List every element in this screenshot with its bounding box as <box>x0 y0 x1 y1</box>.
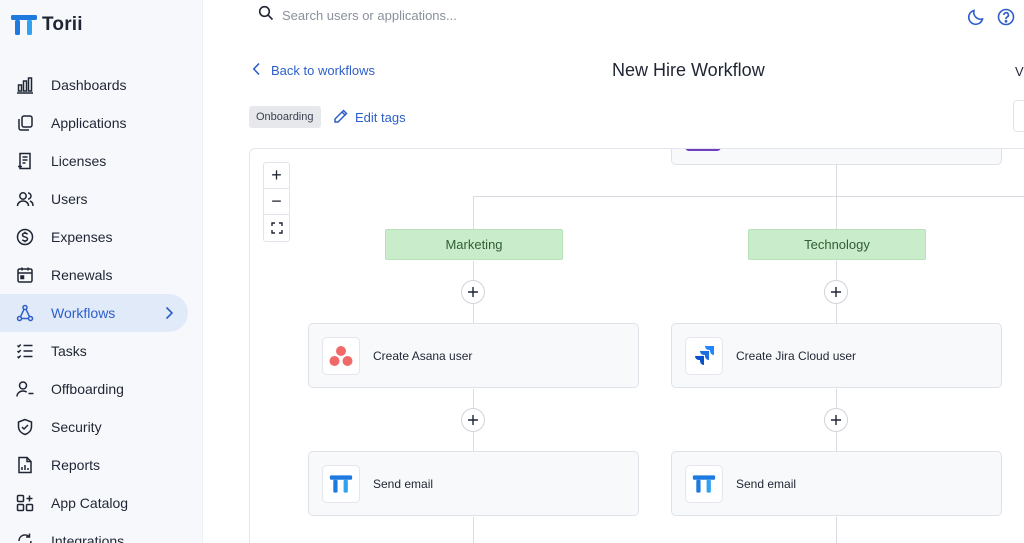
search-bar[interactable] <box>258 5 582 26</box>
sidebar-item-dashboards[interactable]: Dashboards <box>0 66 203 104</box>
back-to-workflows-link[interactable]: Back to workflows <box>252 62 375 79</box>
workflow-node-trigger[interactable] <box>671 149 1002 165</box>
node-label: Create Jira Cloud user <box>736 348 857 363</box>
add-step-button[interactable] <box>461 408 485 432</box>
sidebar-item-applications[interactable]: Applications <box>0 104 203 142</box>
sidebar-item-label: Licenses <box>51 153 107 169</box>
connector-line <box>836 165 837 196</box>
sidebar-item-offboarding[interactable]: Offboarding <box>0 370 203 408</box>
connector-line <box>473 196 474 230</box>
sidebar-item-label: Users <box>51 191 88 207</box>
app-icon-partial <box>685 149 721 151</box>
torii-logo[interactable]: Torii <box>10 14 83 36</box>
node-label: Send email <box>736 476 797 491</box>
sidebar-item-label: Offboarding <box>51 381 124 397</box>
torii-icon <box>322 464 360 503</box>
offboarding-icon <box>15 379 35 399</box>
tasks-icon <box>15 341 35 361</box>
sidebar-item-label: Reports <box>51 457 101 473</box>
reports-icon <box>15 455 35 475</box>
workflow-node-create-asana-user[interactable]: Create Asana user <box>308 323 639 388</box>
workflow-node-create-jira-cloud-user[interactable]: Create Jira Cloud user <box>671 323 1002 388</box>
node-label: Send email <box>373 476 434 491</box>
sidebar-item-licenses[interactable]: Licenses <box>0 142 203 180</box>
asana-icon <box>322 336 360 375</box>
add-step-button[interactable] <box>824 408 848 432</box>
jira-icon <box>685 336 723 375</box>
applications-icon <box>15 113 35 133</box>
sidebar-item-renewals[interactable]: Renewals <box>0 256 203 294</box>
search-icon <box>258 5 274 26</box>
torii-logo-icon <box>11 15 37 35</box>
connector-line <box>473 517 474 543</box>
fit-view-icon <box>270 222 283 234</box>
sidebar-nav: Dashboards Applications Licenses Users E… <box>0 66 203 543</box>
sidebar-item-label: Renewals <box>51 267 113 283</box>
sidebar-item-workflows[interactable]: Workflows <box>0 294 188 332</box>
pencil-icon <box>333 108 349 127</box>
edit-tags-button[interactable]: Edit tags <box>333 108 406 127</box>
plus-icon <box>468 415 478 425</box>
sidebar-item-expenses[interactable]: Expenses <box>0 218 203 256</box>
connector-line <box>836 196 837 230</box>
header-right-button[interactable] <box>1013 100 1024 132</box>
workflow-node-send-email[interactable]: Send email <box>671 451 1002 516</box>
sidebar-item-label: Tasks <box>51 343 87 359</box>
sidebar-item-label: Expenses <box>51 229 113 245</box>
back-label: Back to workflows <box>271 63 376 78</box>
zoom-in-button[interactable]: + <box>264 163 289 189</box>
renewals-icon <box>15 265 35 285</box>
branch-label-marketing[interactable]: Marketing <box>385 229 563 260</box>
chevron-left-icon <box>252 62 261 79</box>
fit-view-button[interactable] <box>264 215 289 241</box>
node-label: Create Asana user <box>373 348 473 363</box>
sidebar-item-label: App Catalog <box>51 495 129 511</box>
users-icon <box>15 189 35 209</box>
sidebar: Torii Dashboards Applications Licenses U… <box>0 0 203 543</box>
header-right-text: V <box>1015 64 1024 79</box>
sidebar-item-label: Applications <box>51 115 127 131</box>
expenses-icon <box>15 227 35 247</box>
licenses-icon <box>15 151 35 171</box>
branch-label-technology[interactable]: Technology <box>748 229 926 260</box>
sidebar-item-reports[interactable]: Reports <box>0 446 203 484</box>
chevron-right-icon <box>164 305 174 326</box>
connector-line <box>836 517 837 543</box>
search-input[interactable] <box>282 8 582 23</box>
page-title: New Hire Workflow <box>612 60 765 80</box>
sidebar-item-integrations[interactable]: Integrations <box>0 522 203 543</box>
dashboards-icon <box>15 75 35 95</box>
edit-tags-label: Edit tags <box>355 110 406 125</box>
add-step-button[interactable] <box>461 280 485 304</box>
plus-icon <box>831 415 841 425</box>
connector-line <box>473 196 1024 197</box>
plus-icon <box>831 287 841 297</box>
sidebar-item-label: Workflows <box>51 305 116 321</box>
sidebar-item-app-catalog[interactable]: App Catalog <box>0 484 203 522</box>
sidebar-item-tasks[interactable]: Tasks <box>0 332 203 370</box>
sidebar-item-label: Integrations <box>51 533 125 543</box>
torii-icon <box>685 464 723 503</box>
tag-badge: Onboarding <box>249 106 321 128</box>
sidebar-item-label: Security <box>51 419 102 435</box>
app-catalog-icon <box>15 493 35 513</box>
sidebar-item-label: Dashboards <box>51 77 127 93</box>
sidebar-item-users[interactable]: Users <box>0 180 203 218</box>
add-step-button[interactable] <box>824 280 848 304</box>
logo-text: Torii <box>42 14 83 35</box>
dark-mode-icon[interactable] <box>966 7 986 27</box>
zoom-controls: + − <box>263 162 290 242</box>
sidebar-item-security[interactable]: Security <box>0 408 203 446</box>
zoom-out-button[interactable]: − <box>264 189 289 215</box>
workflow-canvas[interactable]: + − Marketing Create Asana user Send ema… <box>249 148 1024 543</box>
workflows-icon <box>15 303 35 323</box>
workflow-node-send-email[interactable]: Send email <box>308 451 639 516</box>
shield-icon <box>15 417 35 437</box>
integrations-icon <box>15 531 35 543</box>
plus-icon <box>468 287 478 297</box>
help-icon[interactable] <box>996 7 1016 27</box>
